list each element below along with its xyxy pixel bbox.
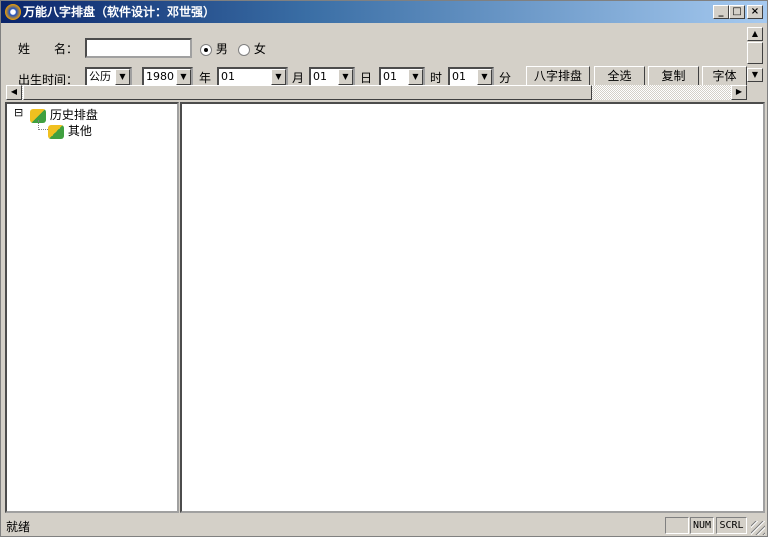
tree-item-label: 其他 <box>67 124 92 138</box>
scroll-up-button[interactable]: ▲ <box>747 27 763 41</box>
minute-select[interactable]: 01 ▼ <box>448 67 494 87</box>
minute-unit: 分 <box>499 71 512 85</box>
radio-icon <box>200 43 212 56</box>
copy-button[interactable]: 复制 <box>648 66 699 86</box>
tree-expander-icon[interactable]: ⊟ <box>14 107 23 119</box>
calendar-value: 公历 <box>89 70 111 83</box>
history-tree: ⊟ 历史排盘 其他 <box>5 102 179 513</box>
year-select[interactable]: 1980 ▼ <box>142 67 193 87</box>
month-value: 01 <box>221 70 235 83</box>
day-value: 01 <box>313 70 327 83</box>
status-cap <box>665 517 689 534</box>
minimize-button[interactable]: _ <box>713 5 729 19</box>
female-label: 女 <box>253 42 266 56</box>
chevron-down-icon[interactable]: ▼ <box>408 69 423 85</box>
day-select[interactable]: 01 ▼ <box>309 67 355 87</box>
name-input[interactable] <box>85 38 192 58</box>
select-all-button[interactable]: 全选 <box>594 66 645 86</box>
hscroll-thumb[interactable] <box>23 85 592 100</box>
chevron-down-icon[interactable]: ▼ <box>338 69 353 85</box>
minute-value: 01 <box>452 70 466 83</box>
calendar-select[interactable]: 公历 ▼ <box>85 67 132 87</box>
hour-select[interactable]: 01 ▼ <box>379 67 425 87</box>
radio-icon <box>238 43 250 56</box>
scroll-left-button[interactable]: ◀ <box>6 85 22 100</box>
font-button[interactable]: 字体 <box>702 66 747 86</box>
app-icon <box>5 4 21 20</box>
tree-item-other[interactable]: 其他 <box>48 122 92 139</box>
tree-connector <box>38 120 48 130</box>
year-unit: 年 <box>199 71 212 85</box>
maximize-button[interactable]: □ <box>729 5 745 19</box>
chevron-down-icon[interactable]: ▼ <box>477 69 492 85</box>
status-scrl: SCRL <box>716 517 747 534</box>
chevron-down-icon[interactable]: ▼ <box>271 69 286 85</box>
chevron-down-icon[interactable]: ▼ <box>115 69 130 85</box>
title-bar: 万能八字排盘（软件设计：邓世强） <box>1 1 767 23</box>
window-title: 万能八字排盘（软件设计：邓世强） <box>23 5 216 19</box>
close-button[interactable]: × <box>747 5 763 19</box>
hour-value: 01 <box>383 70 397 83</box>
name-label: 姓 名： <box>18 42 79 56</box>
hour-unit: 时 <box>430 71 443 85</box>
vscroll-thumb[interactable] <box>747 42 763 64</box>
year-value: 1980 <box>146 70 174 83</box>
chevron-down-icon[interactable]: ▼ <box>176 69 191 85</box>
gender-female-radio[interactable]: 女 <box>238 40 266 57</box>
status-text: 就绪 <box>6 520 31 534</box>
status-num: NUM <box>690 517 714 534</box>
month-select[interactable]: 01 ▼ <box>217 67 288 87</box>
folder-icon <box>48 124 64 139</box>
resize-grip-icon[interactable] <box>751 521 765 535</box>
gender-male-radio[interactable]: 男 <box>200 40 228 57</box>
result-view[interactable] <box>180 102 765 513</box>
scroll-down-button[interactable]: ▼ <box>747 68 763 82</box>
male-label: 男 <box>215 42 228 56</box>
month-unit: 月 <box>292 71 305 85</box>
day-unit: 日 <box>360 71 373 85</box>
scroll-right-button[interactable]: ▶ <box>731 85 747 100</box>
tree-item-label: 历史排盘 <box>49 108 98 122</box>
bazi-button[interactable]: 八字排盘 <box>526 66 590 86</box>
